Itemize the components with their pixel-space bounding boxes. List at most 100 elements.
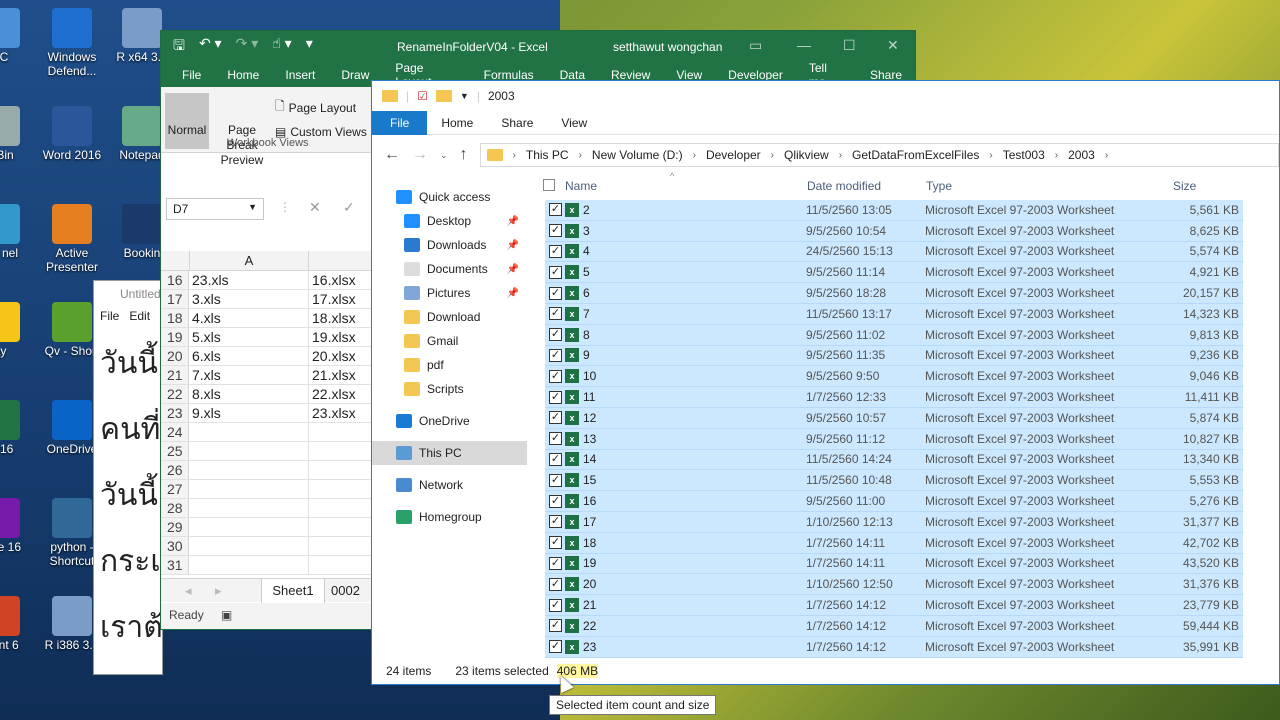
- breadcrumb-item[interactable]: Developer: [706, 148, 761, 162]
- notepad-window[interactable]: Untitled File Edit วันนี้ คนที่ วันนี้ ก…: [93, 280, 163, 675]
- tab-view[interactable]: View: [547, 111, 601, 135]
- enter-icon[interactable]: ✓: [343, 199, 355, 216]
- checkbox-icon[interactable]: ✓: [549, 432, 562, 446]
- cell-b[interactable]: 21.xlsx: [309, 366, 371, 384]
- breadcrumb-item[interactable]: New Volume (D:): [592, 148, 683, 162]
- checkbox-icon[interactable]: ✓: [549, 515, 562, 529]
- maximize-icon[interactable]: ☐: [843, 37, 856, 54]
- checkbox-icon[interactable]: ✓: [549, 598, 562, 612]
- row-header[interactable]: 29: [161, 518, 189, 536]
- row-header[interactable]: 20: [161, 347, 189, 365]
- breadcrumb-separator-icon[interactable]: ›: [989, 150, 992, 161]
- page-break-preview-button[interactable]: Page Break Preview: [211, 93, 273, 168]
- qat-dropdown-icon[interactable]: ▼: [460, 91, 469, 101]
- breadcrumb-separator-icon[interactable]: ›: [513, 150, 516, 161]
- macro-record-icon[interactable]: ▣: [221, 608, 232, 622]
- cell-a[interactable]: [189, 556, 309, 574]
- cell-b[interactable]: [309, 518, 371, 536]
- column-date[interactable]: Date modified: [807, 179, 881, 193]
- normal-view-button[interactable]: Normal: [165, 93, 209, 149]
- breadcrumb-item[interactable]: This PC: [526, 148, 569, 162]
- column-type[interactable]: Type: [926, 179, 952, 193]
- checkbox-icon[interactable]: ✓: [549, 556, 562, 570]
- file-row[interactable]: ✓ x 13 9/5/2560 11:12 Microsoft Excel 97-200…: [545, 428, 1243, 450]
- row-header[interactable]: 23: [161, 404, 189, 422]
- cell-a[interactable]: 23.xls: [189, 271, 309, 289]
- file-row[interactable]: ✓ x 12 9/5/2560 10:57 Microsoft Excel 97-200…: [545, 407, 1243, 429]
- nav-gmail[interactable]: Gmail: [372, 329, 527, 353]
- tab-file[interactable]: File: [169, 68, 214, 82]
- file-row[interactable]: ✓ x 21 1/7/2560 14:12 Microsoft Excel 97-200…: [545, 595, 1243, 616]
- cell-b[interactable]: 23.xlsx: [309, 404, 371, 422]
- checkbox-icon[interactable]: ✓: [549, 348, 562, 362]
- sheet-tab-sheet1[interactable]: Sheet1: [261, 579, 325, 603]
- nav-network[interactable]: Network: [372, 473, 527, 497]
- checkbox-icon[interactable]: ✓: [549, 494, 562, 508]
- cell-a[interactable]: [189, 499, 309, 517]
- column-size[interactable]: Size: [1173, 179, 1196, 193]
- cell-b[interactable]: [309, 442, 371, 460]
- tab-insert[interactable]: Insert: [272, 68, 328, 82]
- cell-b[interactable]: [309, 480, 371, 498]
- notepad-text[interactable]: วันนี้ คนที่ วันนี้ กระเ เราต้องแก้ไขพิม…: [94, 327, 162, 665]
- cell-a[interactable]: [189, 423, 309, 441]
- pin-icon[interactable]: 📌: [507, 240, 519, 251]
- checkbox-icon[interactable]: ✓: [549, 203, 562, 217]
- scroll-right-icon[interactable]: ▸: [215, 583, 222, 599]
- close-icon[interactable]: ✕: [887, 37, 899, 54]
- cell-a[interactable]: 3.xls: [189, 290, 309, 308]
- row-header[interactable]: 27: [161, 480, 189, 498]
- row-header[interactable]: 17: [161, 290, 189, 308]
- breadcrumb-separator-icon[interactable]: ›: [1055, 150, 1058, 161]
- file-row[interactable]: ✓ x 11 1/7/2560 12:33 Microsoft Excel 97-200…: [545, 387, 1243, 408]
- minimize-icon[interactable]: —: [797, 37, 811, 53]
- file-row[interactable]: ✓ x 22 1/7/2560 14:12 Microsoft Excel 97-200…: [545, 615, 1243, 637]
- row-header[interactable]: 16: [161, 271, 189, 289]
- row-header[interactable]: 25: [161, 442, 189, 460]
- notepad-menu-file[interactable]: File: [100, 309, 119, 325]
- cell-a[interactable]: [189, 480, 309, 498]
- cell-a[interactable]: 9.xls: [189, 404, 309, 422]
- breadcrumb-separator-icon[interactable]: ›: [693, 150, 696, 161]
- forward-icon[interactable]: →: [412, 146, 428, 164]
- cell-a[interactable]: 8.xls: [189, 385, 309, 403]
- nav-desktop[interactable]: Desktop 📌: [372, 209, 527, 233]
- pin-icon[interactable]: 📌: [507, 264, 519, 275]
- file-row[interactable]: ✓ x 3 9/5/2560 10:54 Microsoft Excel 97-2003…: [545, 220, 1243, 242]
- cell-b[interactable]: 20.xlsx: [309, 347, 371, 365]
- breadcrumb-separator-icon[interactable]: ›: [771, 150, 774, 161]
- pin-icon[interactable]: 📌: [507, 216, 519, 227]
- save-icon[interactable]: 🖫: [173, 35, 185, 59]
- breadcrumb-item[interactable]: Qlikview: [784, 148, 829, 162]
- file-row[interactable]: ✓ x 2 11/5/2560 13:05 Microsoft Excel 97-200…: [545, 200, 1243, 221]
- desktop-icon-windows-defender[interactable]: Windows Defend...: [32, 8, 112, 78]
- tab-share[interactable]: Share: [487, 111, 547, 135]
- file-row[interactable]: ✓ x 18 1/7/2560 14:11 Microsoft Excel 97-200…: [545, 532, 1243, 554]
- nav-pdf[interactable]: pdf: [372, 353, 527, 377]
- checkbox-icon[interactable]: ✓: [549, 390, 562, 404]
- excel-user[interactable]: setthawut wongchan: [613, 40, 722, 54]
- file-row[interactable]: ✓ x 9 9/5/2560 11:35 Microsoft Excel 97-2003…: [545, 345, 1243, 367]
- file-row[interactable]: ✓ x 8 9/5/2560 11:02 Microsoft Excel 97-2003…: [545, 324, 1243, 346]
- cell-b[interactable]: [309, 537, 371, 555]
- breadcrumb-item[interactable]: Test003: [1003, 148, 1045, 162]
- nav-scripts[interactable]: Scripts: [372, 377, 527, 401]
- sheet-tab-0002[interactable]: 0002: [331, 583, 360, 598]
- checkbox-icon[interactable]: ✓: [549, 265, 562, 279]
- row-header[interactable]: 26: [161, 461, 189, 479]
- row-header[interactable]: 21: [161, 366, 189, 384]
- nav-homegroup[interactable]: Homegroup: [372, 505, 527, 529]
- page-layout-button[interactable]: 🗋 Page Layout: [275, 97, 356, 118]
- cell-a[interactable]: [189, 442, 309, 460]
- checkbox-icon[interactable]: ✓: [549, 244, 562, 258]
- file-explorer-window[interactable]: | ☑ ▼ | 2003 File Home Share View ← → ⌄ …: [371, 80, 1280, 685]
- tab-home[interactable]: Home: [214, 68, 272, 82]
- file-row[interactable]: ✓ x 23 1/7/2560 14:12 Microsoft Excel 97-200…: [545, 636, 1243, 658]
- row-header[interactable]: 18: [161, 309, 189, 327]
- cell-a[interactable]: 6.xls: [189, 347, 309, 365]
- recent-locations-icon[interactable]: ⌄: [440, 150, 448, 161]
- nav-downloads[interactable]: Downloads 📌: [372, 233, 527, 257]
- checkbox-icon[interactable]: ✓: [549, 328, 562, 342]
- file-row[interactable]: ✓ x 19 1/7/2560 14:11 Microsoft Excel 97-200…: [545, 553, 1243, 575]
- cell-b[interactable]: [309, 423, 371, 441]
